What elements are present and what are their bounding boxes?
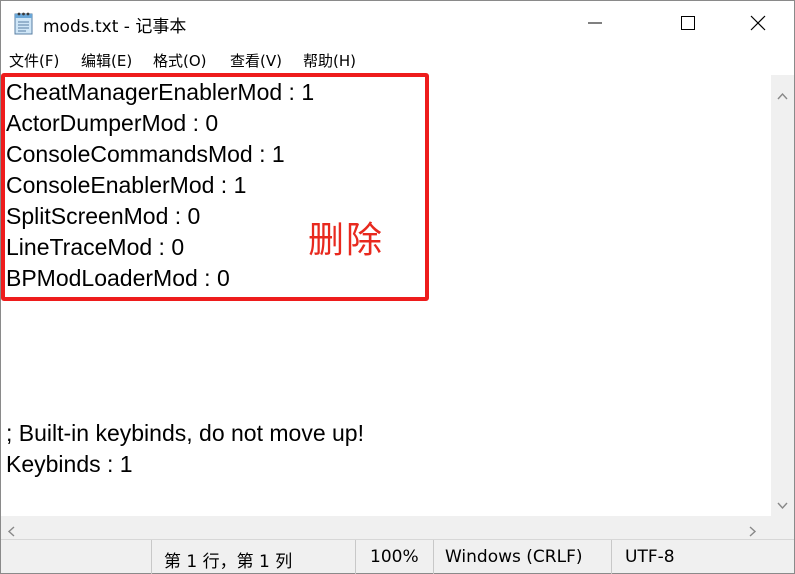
window-title: mods.txt - 记事本 <box>43 17 187 37</box>
status-zoom: 100% <box>355 540 433 574</box>
notepad-window: mods.txt - 记事本 文件(F) 编辑(E) 格式(O) 查看(V) 帮… <box>0 0 795 574</box>
menu-file[interactable]: 文件(F) <box>9 50 59 71</box>
menu-edit[interactable]: 编辑(E) <box>81 50 132 71</box>
text-line[interactable]: Keybinds : 1 <box>6 449 133 480</box>
scroll-down-icon[interactable] <box>777 495 788 514</box>
menu-bar: 文件(F) 编辑(E) 格式(O) 查看(V) 帮助(H) <box>1 45 794 75</box>
maximize-icon <box>681 16 695 30</box>
scrollbar-corner <box>771 516 794 539</box>
horizontal-scrollbar[interactable] <box>1 516 771 539</box>
menu-view[interactable]: 查看(V) <box>230 50 282 71</box>
status-cursor-position: 第 1 行，第 1 列 <box>151 540 355 574</box>
close-icon <box>750 15 766 31</box>
highlight-box <box>1 73 429 301</box>
title-bar[interactable]: mods.txt - 记事本 <box>1 1 794 45</box>
status-bar: 第 1 行，第 1 列 100% Windows (CRLF) UTF-8 <box>1 539 794 574</box>
notepad-icon <box>13 11 35 35</box>
text-line[interactable]: ; Built-in keybinds, do not move up! <box>6 418 364 449</box>
scroll-up-icon[interactable] <box>777 85 788 104</box>
status-line-ending: Windows (CRLF) <box>433 540 611 574</box>
delete-annotation: 删除 <box>308 220 385 261</box>
minimize-button[interactable] <box>572 1 618 45</box>
vertical-scrollbar[interactable] <box>771 75 794 516</box>
menu-format[interactable]: 格式(O) <box>153 50 207 71</box>
close-button[interactable] <box>735 1 781 45</box>
status-encoding: UTF-8 <box>611 540 794 574</box>
menu-help[interactable]: 帮助(H) <box>303 50 356 71</box>
maximize-button[interactable] <box>665 1 711 45</box>
minimize-icon <box>588 22 602 24</box>
